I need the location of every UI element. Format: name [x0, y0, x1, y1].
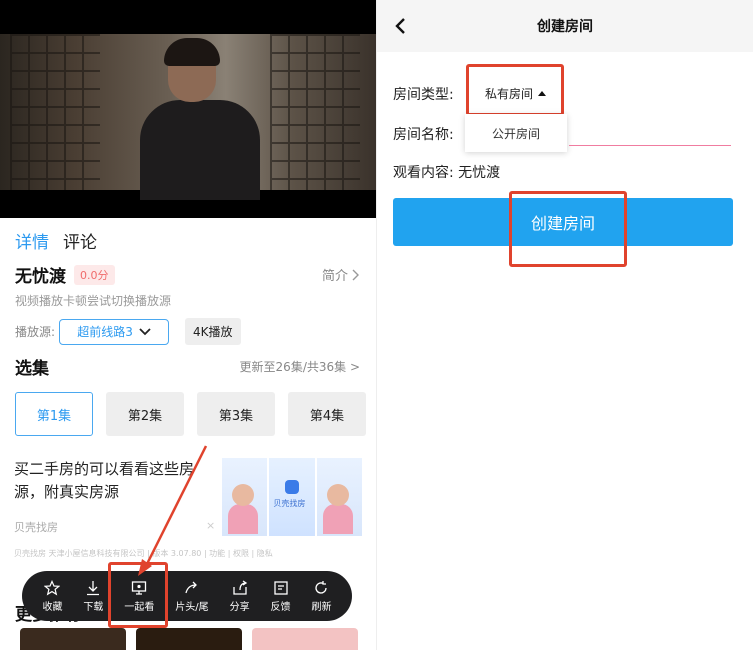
recommend-thumb[interactable] [136, 628, 242, 650]
episodes-header: 选集 更新至26集/共36集 > [15, 354, 360, 379]
toolbar-label: 刷新 [311, 601, 332, 613]
episodes-update[interactable]: 更新至26集/共36集 > [240, 358, 360, 375]
ad-logo-icon [285, 480, 300, 494]
show-title-row: 无忧渡 0.0分 简介 [15, 262, 360, 287]
show-title: 无忧渡 [15, 267, 66, 287]
episode-4[interactable]: 第4集 [288, 392, 366, 436]
forward-arrow-icon [185, 581, 197, 593]
download-icon [87, 580, 100, 595]
room-type-label: 房间类型: [393, 87, 454, 103]
toolbar-label: 反馈 [270, 601, 291, 613]
watch-content-value: 无忧渡 [458, 165, 501, 181]
right-screen: 创建房间 房间类型: 私有房间 公开房间 房间名称: 观看内容: 无忧渡 创建房… [377, 0, 753, 650]
toolbar-label: 一起看 [124, 601, 155, 613]
episode-list: 第1集 第2集 第3集 第4集 [15, 392, 366, 436]
source-select[interactable]: 超前线路3 [59, 318, 170, 345]
toolbar-refresh[interactable]: 刷新 [311, 580, 331, 613]
recommend-thumbs [20, 628, 358, 650]
page-header: 创建房间 [377, 0, 753, 52]
toolbar-share[interactable]: 分享 [229, 579, 250, 613]
episode-2[interactable]: 第2集 [106, 392, 184, 436]
video-player[interactable] [0, 0, 376, 218]
4k-button[interactable]: 4K播放 [185, 318, 241, 345]
feedback-icon [273, 580, 288, 595]
intro-link[interactable]: 简介 [322, 265, 360, 284]
watch-content-row: 观看内容: 无忧渡 [393, 162, 500, 182]
room-name-input[interactable] [569, 145, 731, 146]
recommend-thumb[interactable] [20, 628, 126, 650]
source-selected: 超前线路3 [77, 325, 133, 339]
window-lattice [10, 34, 100, 190]
toolbar-skip-intro[interactable]: 片头/尾 [175, 580, 209, 613]
detail-tabs: 详情 评论 [15, 228, 97, 253]
share-icon [232, 579, 247, 595]
room-name-label: 房间名称: [393, 127, 454, 143]
refresh-icon [315, 580, 328, 594]
watch-content-label: 观看内容: [393, 165, 454, 181]
toolbar-label: 分享 [229, 601, 250, 613]
left-screen: 详情 评论 无忧渡 0.0分 简介 视频播放卡顿尝试切换播放源 播放源: 超前线… [0, 0, 376, 650]
create-room-button[interactable]: 创建房间 [393, 198, 733, 246]
source-row: 播放源: 超前线路3 4K播放 [15, 318, 241, 345]
ad-legal: 贝壳找房 天津小屋信息科技有限公司 | 版本 3.07.80 | 功能 | 权限… [14, 549, 273, 558]
intro-label: 简介 [321, 269, 348, 284]
episode-3[interactable]: 第3集 [197, 392, 275, 436]
video-person [140, 38, 260, 200]
chevron-down-icon [139, 327, 151, 335]
toolbar-label: 下载 [83, 601, 104, 613]
chevron-right-icon [352, 269, 359, 280]
back-arrow-icon[interactable] [391, 16, 411, 36]
ad-close[interactable]: × [206, 519, 215, 532]
page-title: 创建房间 [537, 19, 593, 35]
episode-1[interactable]: 第1集 [15, 392, 93, 436]
toolbar-label: 片头/尾 [175, 601, 209, 613]
recommend-thumb[interactable] [252, 628, 358, 650]
screen-icon [132, 580, 147, 595]
playback-hint: 视频播放卡顿尝试切换播放源 [15, 294, 172, 308]
floating-toolbar: 收藏 下载 一起看 片头/尾 分享 反馈 刷新 [22, 571, 352, 621]
ad-image: 贝壳找房 [222, 458, 362, 536]
room-type-select[interactable]: 私有房间 [477, 78, 555, 108]
episodes-title: 选集 [15, 359, 49, 379]
toolbar-watch-together[interactable]: 一起看 [124, 580, 154, 613]
toolbar-feedback[interactable]: 反馈 [271, 580, 291, 613]
toolbar-download[interactable]: 下载 [83, 580, 103, 613]
ad-text: 买二手房的可以看看这些房源，附真实房源 [14, 460, 195, 501]
tab-comments[interactable]: 评论 [63, 228, 97, 253]
toolbar-favorite[interactable]: 收藏 [42, 579, 63, 613]
score-badge: 0.0分 [74, 264, 115, 285]
ad-logo-text: 贝壳找房 [273, 499, 306, 508]
toolbar-label: 收藏 [42, 601, 63, 613]
window-lattice [270, 34, 360, 190]
ad-source: 贝壳找房 [14, 521, 58, 534]
room-type-value: 私有房间 [484, 86, 533, 101]
source-label: 播放源: [15, 325, 56, 339]
ad-card[interactable]: 买二手房的可以看看这些房源，附真实房源 贝壳找房 × 贝壳找房 贝壳找房 天津小… [0, 444, 376, 580]
caret-up-icon [538, 91, 546, 96]
star-icon [44, 579, 61, 595]
tab-details[interactable]: 详情 [15, 228, 49, 253]
room-type-option-public[interactable]: 公开房间 [465, 114, 567, 152]
